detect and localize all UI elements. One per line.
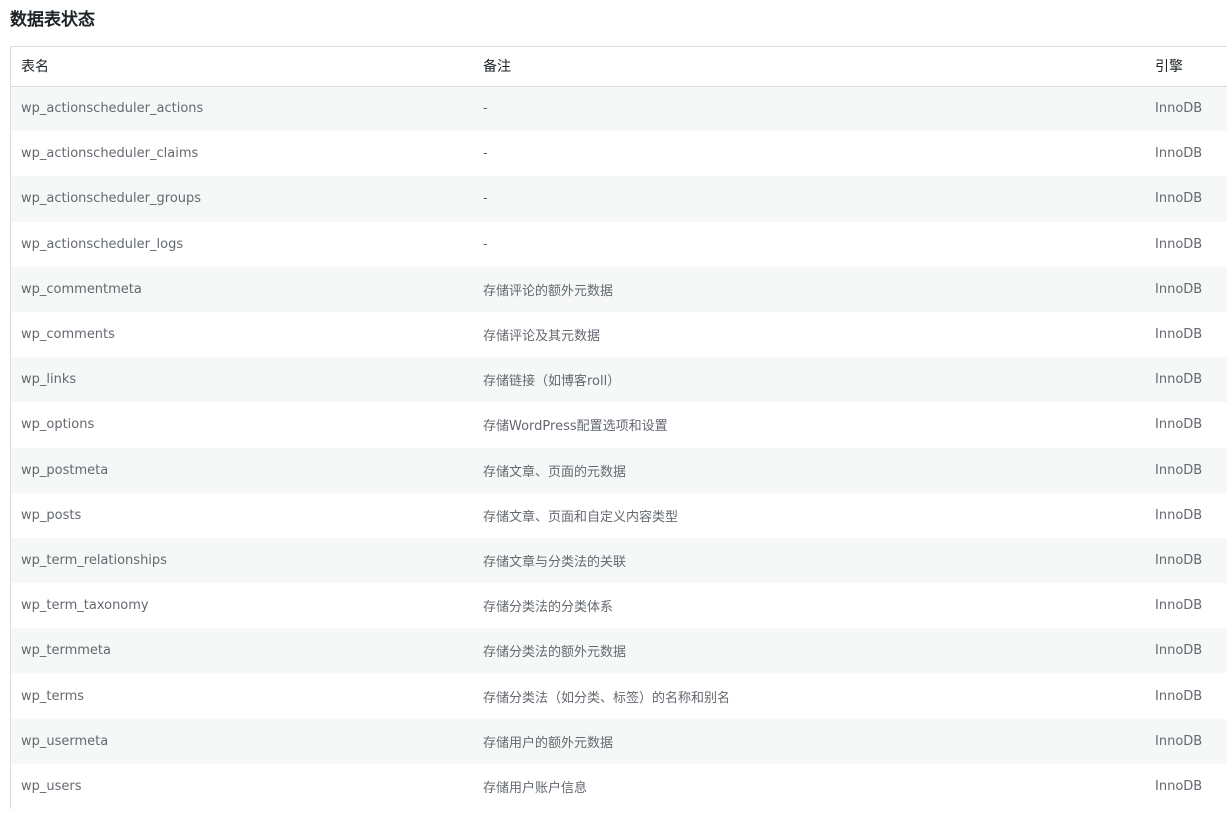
- cell-table-name: wp_links: [21, 372, 77, 388]
- column-header-note: 备注: [483, 59, 511, 76]
- cell-engine: InnoDB: [1155, 417, 1203, 433]
- table-row: wp_usermeta 存储用户的额外元数据 InnoDB: [11, 718, 1227, 764]
- table-row: wp_users 存储用户账户信息 InnoDB: [11, 764, 1227, 809]
- cell-engine: InnoDB: [1155, 733, 1203, 749]
- cell-note: 存储分类法的分类体系: [483, 600, 614, 616]
- cell-engine: InnoDB: [1155, 598, 1203, 614]
- table-row: wp_termmeta 存储分类法的额外元数据 InnoDB: [11, 628, 1227, 674]
- table-row: wp_commentmeta 存储评论的额外元数据 InnoDB: [11, 266, 1227, 312]
- section-title: 数据表状态: [10, 10, 95, 30]
- cell-engine: InnoDB: [1155, 462, 1203, 478]
- cell-note: 存储文章、页面和自定义内容类型: [483, 509, 679, 525]
- cell-table-name: wp_actionscheduler_claims: [21, 146, 199, 162]
- cell-table-name: wp_postmeta: [21, 462, 109, 478]
- table-row: wp_term_taxonomy 存储分类法的分类体系 InnoDB: [11, 583, 1227, 628]
- cell-engine: InnoDB: [1155, 643, 1203, 659]
- cell-table-name: wp_usermeta: [21, 733, 109, 749]
- cell-table-name: wp_actionscheduler_groups: [21, 191, 202, 207]
- cell-note: 存储评论及其元数据: [483, 329, 601, 345]
- cell-note: 存储分类法（如分类、标签）的名称和别名: [483, 690, 731, 706]
- column-header-table-name: 表名: [21, 59, 49, 76]
- cell-table-name: wp_actionscheduler_logs: [21, 236, 184, 252]
- cell-table-name: wp_term_relationships: [21, 552, 167, 568]
- cell-note: 存储用户的额外元数据: [483, 735, 614, 751]
- cell-note: 存储评论的额外元数据: [483, 283, 614, 299]
- table-row: wp_postmeta 存储文章、页面的元数据 InnoDB: [11, 447, 1227, 493]
- cell-note: 存储链接（如博客roll）: [483, 374, 621, 390]
- cell-table-name: wp_terms: [21, 688, 85, 704]
- table-row: wp_options 存储WordPress配置选项和设置 InnoDB: [11, 402, 1227, 447]
- cell-note: 存储分类法的额外元数据: [483, 645, 627, 661]
- table-row: wp_actionscheduler_logs - InnoDB: [11, 222, 1227, 267]
- cell-engine: InnoDB: [1155, 778, 1203, 794]
- cell-engine: InnoDB: [1155, 236, 1203, 252]
- cell-note: 存储用户账户信息: [483, 780, 588, 796]
- table-row: wp_comments 存储评论及其元数据 InnoDB: [11, 312, 1227, 357]
- cell-engine: InnoDB: [1155, 327, 1203, 343]
- cell-engine: InnoDB: [1155, 552, 1203, 568]
- cell-table-name: wp_actionscheduler_actions: [21, 101, 204, 117]
- cell-engine: InnoDB: [1155, 507, 1203, 523]
- cell-table-name: wp_options: [21, 417, 95, 433]
- column-header-engine: 引擎: [1155, 59, 1183, 76]
- table-row: wp_actionscheduler_groups - InnoDB: [11, 176, 1227, 222]
- table-row: wp_terms 存储分类法（如分类、标签）的名称和别名 InnoDB: [11, 673, 1227, 718]
- cell-table-name: wp_comments: [21, 327, 115, 343]
- table-body: wp_actionscheduler_actions - InnoDB wp_acti…: [11, 86, 1227, 809]
- cell-table-name: wp_term_taxonomy: [21, 598, 149, 614]
- table-row: wp_posts 存储文章、页面和自定义内容类型 InnoDB: [11, 493, 1227, 538]
- cell-note: -: [483, 101, 488, 117]
- cell-engine: InnoDB: [1155, 372, 1203, 388]
- cell-note: 存储文章、页面的元数据: [483, 464, 627, 480]
- cell-table-name: wp_users: [21, 778, 82, 794]
- cell-engine: InnoDB: [1155, 281, 1203, 297]
- db-table-status-table: 表名 备注 引擎 wp_actionscheduler_actions - Inno…: [10, 46, 1227, 809]
- cell-table-name: wp_termmeta: [21, 643, 111, 659]
- cell-note: 存储文章与分类法的关联: [483, 554, 627, 570]
- cell-engine: InnoDB: [1155, 101, 1203, 117]
- table-row: wp_actionscheduler_claims - InnoDB: [11, 131, 1227, 176]
- cell-note: 存储WordPress配置选项和设置: [483, 419, 668, 435]
- cell-engine: InnoDB: [1155, 146, 1203, 162]
- cell-engine: InnoDB: [1155, 191, 1203, 207]
- cell-note: -: [483, 191, 488, 207]
- cell-note: -: [483, 236, 488, 252]
- cell-table-name: wp_commentmeta: [21, 281, 142, 297]
- table-header-row: 表名 备注 引擎: [11, 47, 1227, 86]
- cell-note: -: [483, 146, 488, 162]
- table-row: wp_actionscheduler_actions - InnoDB: [11, 86, 1227, 132]
- table-row: wp_term_relationships 存储文章与分类法的关联 InnoDB: [11, 537, 1227, 584]
- cell-table-name: wp_posts: [21, 507, 82, 523]
- cell-engine: InnoDB: [1155, 688, 1203, 704]
- table-row: wp_links 存储链接（如博客roll） InnoDB: [11, 357, 1227, 403]
